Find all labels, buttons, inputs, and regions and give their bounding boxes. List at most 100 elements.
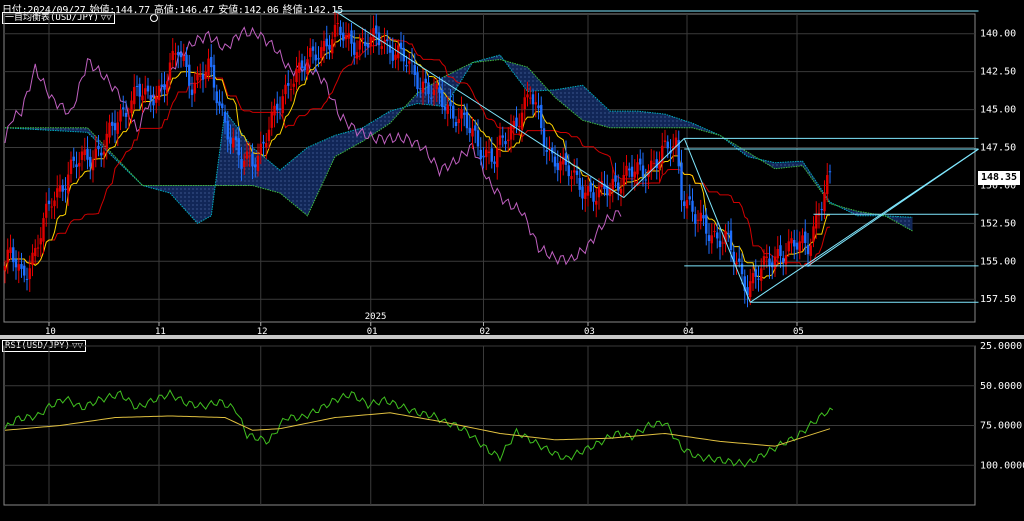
candle: [193, 72, 196, 102]
candle: [262, 134, 265, 157]
candle-body: [289, 88, 293, 90]
rsi-y-tick-label: 25.0000: [980, 341, 1022, 352]
candle: [746, 275, 749, 308]
candle-body: [339, 26, 342, 36]
candle-body: [540, 104, 543, 129]
candle: [383, 27, 386, 55]
candle-body: [735, 262, 738, 265]
candle: [399, 31, 403, 62]
candle-body: [17, 264, 20, 271]
candle: [284, 74, 287, 105]
candle-body: [138, 83, 141, 97]
candle: [518, 113, 521, 136]
candle: [61, 179, 64, 202]
candle-body: [314, 54, 317, 61]
candle-body: [317, 58, 320, 60]
candle: [606, 174, 609, 207]
candle: [465, 103, 469, 136]
candle: [270, 101, 273, 136]
candle-body: [685, 200, 689, 209]
candle: [677, 130, 680, 174]
candle: [380, 35, 383, 55]
candle-body: [749, 281, 752, 298]
candle: [650, 148, 653, 180]
candle-body: [639, 158, 642, 165]
candle-body: [199, 75, 202, 77]
candle-body: [663, 140, 667, 143]
candle-body: [457, 118, 460, 124]
candle-body: [628, 168, 631, 171]
candle-body: [331, 39, 334, 54]
candle-body: [237, 138, 240, 156]
candle-body: [716, 232, 719, 239]
candle-body: [342, 32, 345, 41]
candle-body: [278, 108, 282, 110]
candle: [705, 208, 708, 246]
candle-body: [795, 242, 799, 250]
candle-body: [353, 42, 356, 55]
candle: [504, 132, 507, 151]
candle-body: [256, 155, 260, 172]
candle: [201, 61, 205, 93]
candle: [553, 145, 557, 174]
candle-body: [36, 247, 40, 249]
candle-body: [793, 240, 796, 247]
candle-body: [229, 137, 232, 144]
candle-body: [782, 257, 785, 263]
candle: [485, 141, 488, 171]
y-tick-label: 140.00: [980, 29, 1016, 40]
candle: [757, 265, 760, 292]
candle-body: [589, 182, 592, 192]
trend-line[interactable]: [807, 148, 979, 267]
candle-body: [729, 230, 733, 251]
candle: [133, 74, 136, 111]
candle: [36, 234, 40, 258]
candle: [815, 201, 818, 239]
candle-body: [754, 269, 757, 277]
rsi-y-tick-label: 50.0000: [980, 381, 1022, 392]
candle-body: [721, 242, 724, 244]
candle: [17, 251, 20, 284]
candle-body: [828, 171, 832, 173]
candle-body: [309, 48, 312, 57]
candle-body: [23, 265, 26, 276]
candle-body: [424, 78, 427, 84]
candle-body: [259, 143, 262, 154]
candle-body: [430, 97, 433, 99]
candle: [344, 22, 348, 48]
candle-body: [196, 72, 199, 81]
candle-body: [738, 258, 741, 262]
candle: [295, 56, 298, 91]
candle-body: [190, 89, 194, 95]
candle: [331, 31, 334, 60]
candle-body: [622, 174, 625, 186]
candle-body: [438, 87, 441, 93]
candle: [152, 86, 155, 119]
candle: [713, 223, 716, 238]
candle: [661, 132, 664, 175]
candle: [157, 79, 161, 107]
candle: [34, 239, 37, 263]
candle: [355, 40, 359, 65]
candle-body: [3, 265, 7, 271]
candle-body: [493, 161, 496, 164]
candle-body: [163, 84, 166, 90]
candle-body: [399, 42, 403, 49]
candle-body: [303, 66, 306, 71]
candle: [97, 134, 100, 157]
candle-body: [306, 59, 309, 75]
y-tick-label: 142.50: [980, 67, 1016, 78]
candle-body: [111, 121, 114, 126]
x-tick-label: 01: [367, 327, 378, 337]
candle-body: [548, 147, 551, 149]
candle-body: [801, 235, 804, 244]
candle: [100, 146, 103, 167]
candle-body: [523, 97, 526, 110]
candle-body: [694, 214, 697, 224]
candle-body: [702, 215, 705, 219]
candle: [196, 66, 199, 89]
candle-body: [435, 83, 438, 90]
candle: [9, 234, 12, 260]
rsi-y-tick-label: 75.0000: [980, 421, 1022, 432]
candle-body: [652, 162, 656, 164]
